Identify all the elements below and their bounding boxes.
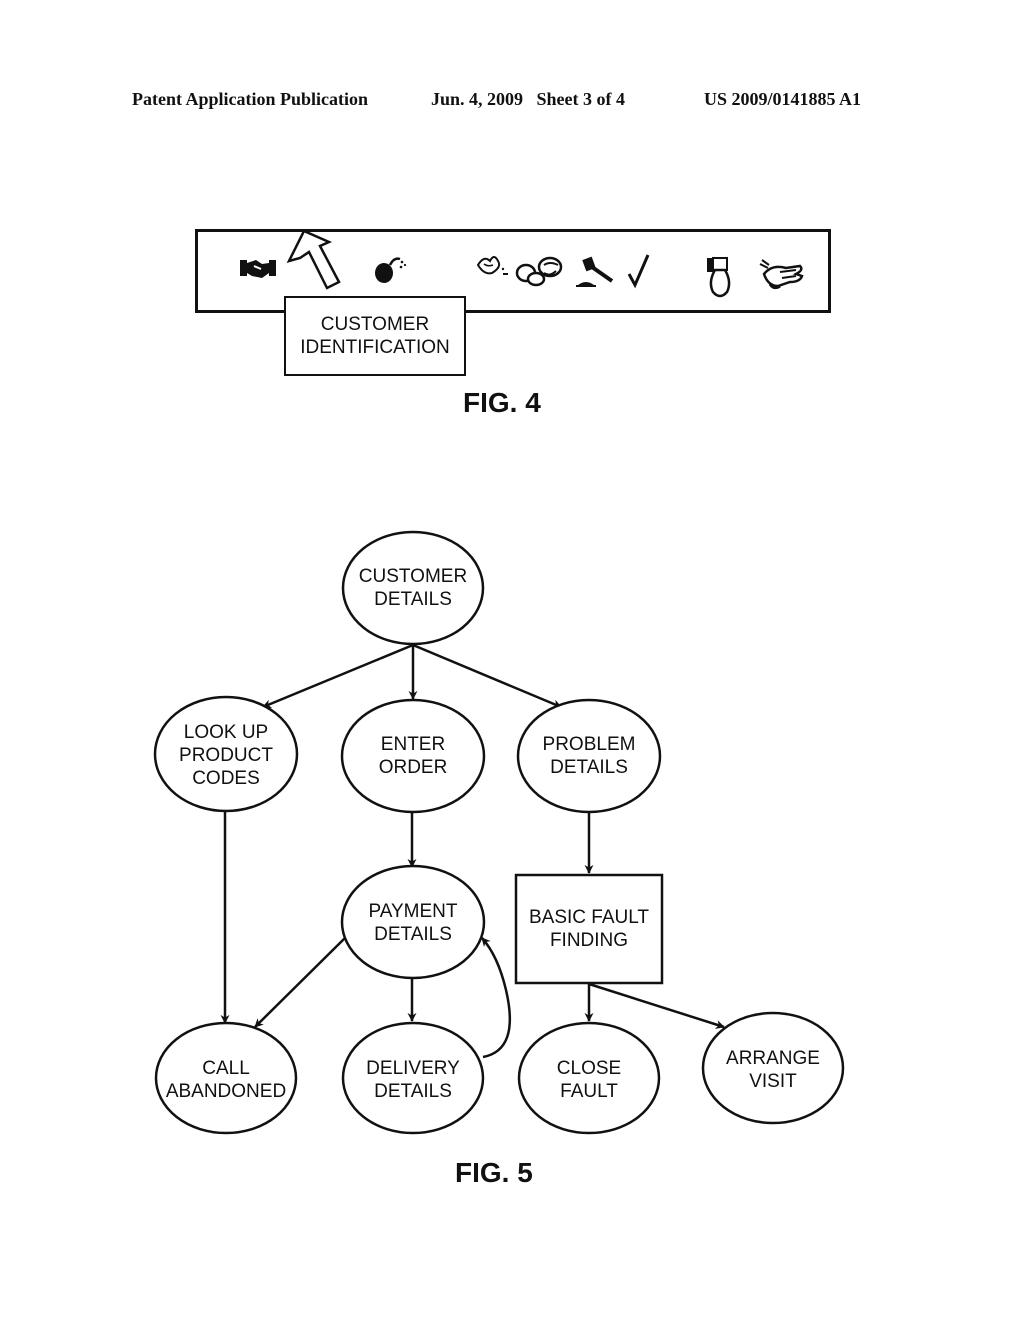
label-enter-order-2: ORDER (379, 757, 448, 778)
node-enter-order (340, 698, 486, 814)
edge-payment-to-call-abandoned (254, 937, 346, 1028)
label-close-fault-2: FAULT (560, 1081, 618, 1102)
node-problem-details (516, 698, 662, 814)
label-lookup-3: CODES (192, 768, 260, 789)
node-payment-details (340, 864, 486, 980)
label-customer-details-2: DETAILS (374, 589, 452, 610)
label-basic-fault-2: FINDING (550, 930, 628, 951)
fig5-label: FIG. 5 (455, 1157, 533, 1188)
label-arrange-visit-2: VISIT (749, 1071, 797, 1092)
node-customer-details (341, 530, 485, 646)
label-lookup-1: LOOK UP (184, 722, 268, 743)
label-customer-details-1: CUSTOMER (359, 566, 467, 587)
edge-customer-to-problem (412, 643, 562, 709)
node-basic-fault-finding (514, 873, 664, 985)
label-call-abandoned-2: ABANDONED (166, 1081, 286, 1102)
label-problem-details-1: PROBLEM (543, 734, 636, 755)
label-lookup-2: PRODUCT (179, 745, 273, 766)
label-call-abandoned-1: CALL (202, 1058, 250, 1079)
fig5-flow-diagram: CUSTOMER DETAILS LOOK UP PRODUCT CODES E… (153, 530, 845, 1135)
edge-customer-to-lookup (262, 643, 414, 709)
label-delivery-details-2: DETAILS (374, 1081, 452, 1102)
label-problem-details-2: DETAILS (550, 757, 628, 778)
edge-delivery-to-payment (481, 937, 512, 1059)
label-close-fault-1: CLOSE (557, 1058, 621, 1079)
label-arrange-visit-1: ARRANGE (726, 1048, 820, 1069)
label-payment-details-2: DETAILS (374, 924, 452, 945)
label-delivery-details-1: DELIVERY (366, 1058, 460, 1079)
label-basic-fault-1: BASIC FAULT (529, 907, 649, 928)
edge-basic-fault-to-arrange-visit (588, 982, 725, 1029)
label-payment-details-1: PAYMENT (368, 901, 457, 922)
label-enter-order-1: ENTER (381, 734, 445, 755)
